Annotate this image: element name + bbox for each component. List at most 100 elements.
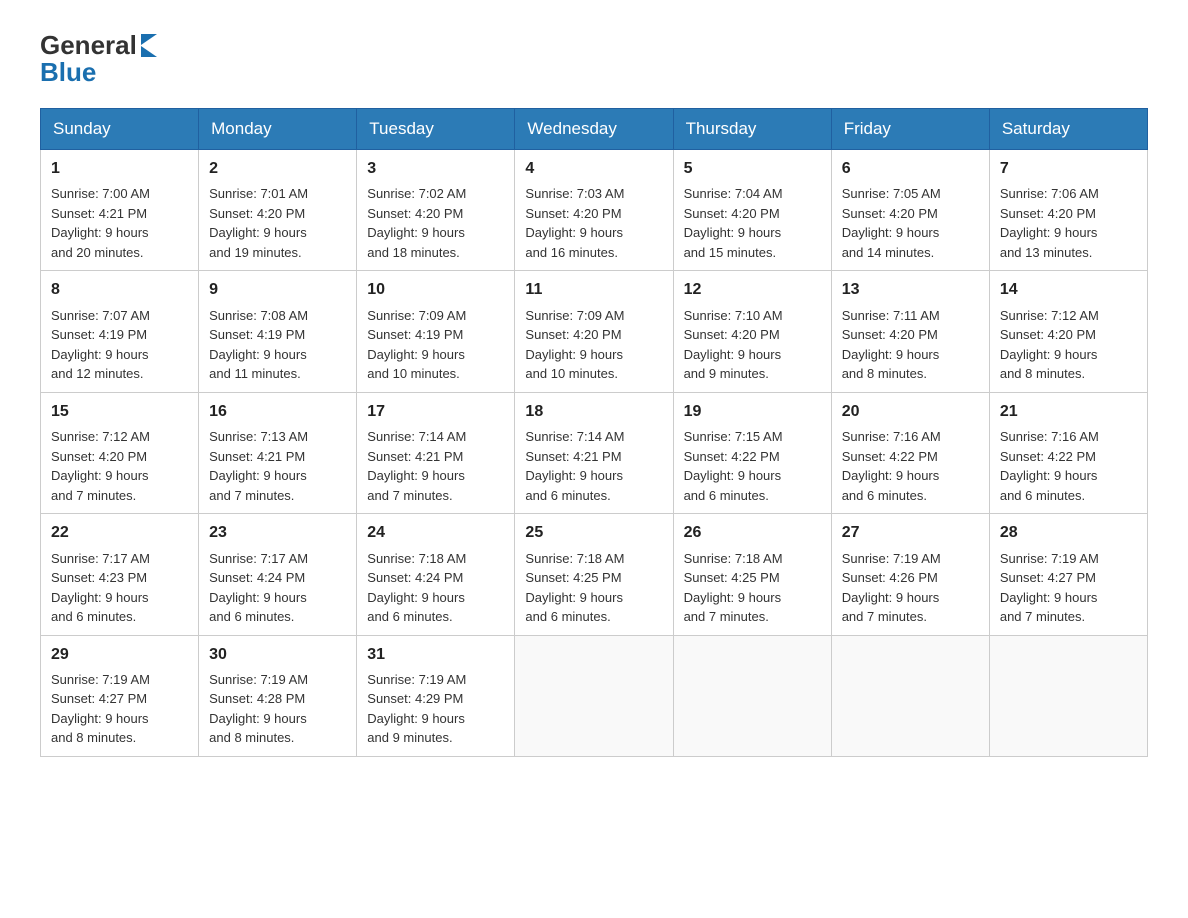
calendar-day-cell: 23 Sunrise: 7:17 AMSunset: 4:24 PMDayligh… xyxy=(199,514,357,635)
weekday-header-sunday: Sunday xyxy=(41,109,199,150)
day-info: Sunrise: 7:19 AMSunset: 4:29 PMDaylight:… xyxy=(367,670,504,748)
calendar-day-cell: 9Sunrise: 7:08 AMSunset: 4:19 PMDaylight… xyxy=(199,271,357,392)
day-number: 21 xyxy=(1000,401,1137,423)
day-number: 19 xyxy=(684,401,821,423)
calendar-day-cell: 4Sunrise: 7:03 AMSunset: 4:20 PMDaylight… xyxy=(515,150,673,271)
day-number: 8 xyxy=(51,279,188,301)
day-number: 17 xyxy=(367,401,504,423)
calendar-day-cell xyxy=(673,635,831,756)
calendar-day-cell: 25Sunrise: 7:18 AMSunset: 4:25 PMDayligh… xyxy=(515,514,673,635)
calendar-day-cell: 26 Sunrise: 7:18 AMSunset: 4:25 PMDayligh… xyxy=(673,514,831,635)
day-number: 26 xyxy=(684,522,821,544)
calendar-day-cell: 15 Sunrise: 7:12 AMSunset: 4:20 PMDayligh… xyxy=(41,392,199,513)
day-number: 11 xyxy=(525,279,662,301)
weekday-header-monday: Monday xyxy=(199,109,357,150)
calendar-day-cell: 18 Sunrise: 7:14 AMSunset: 4:21 PMDayligh… xyxy=(515,392,673,513)
day-info: Sunrise: 7:19 AMSunset: 4:28 PMDaylight:… xyxy=(209,670,346,748)
day-info: Sunrise: 7:13 AMSunset: 4:21 PMDaylight:… xyxy=(209,427,346,505)
day-number: 18 xyxy=(525,401,662,423)
calendar-day-cell: 8 Sunrise: 7:07 AMSunset: 4:19 PMDaylight… xyxy=(41,271,199,392)
calendar-week-row: 29 Sunrise: 7:19 AMSunset: 4:27 PMDayligh… xyxy=(41,635,1148,756)
day-info: Sunrise: 7:18 AMSunset: 4:25 PMDaylight:… xyxy=(525,549,662,627)
weekday-header-thursday: Thursday xyxy=(673,109,831,150)
calendar-week-row: 15 Sunrise: 7:12 AMSunset: 4:20 PMDayligh… xyxy=(41,392,1148,513)
day-number: 1 xyxy=(51,158,188,180)
day-number: 31 xyxy=(367,644,504,666)
day-info: Sunrise: 7:12 AMSunset: 4:20 PMDaylight:… xyxy=(1000,306,1137,384)
calendar-day-cell: 31 Sunrise: 7:19 AMSunset: 4:29 PMDayligh… xyxy=(357,635,515,756)
calendar-day-cell: 11Sunrise: 7:09 AMSunset: 4:20 PMDayligh… xyxy=(515,271,673,392)
calendar-day-cell: 17Sunrise: 7:14 AMSunset: 4:21 PMDayligh… xyxy=(357,392,515,513)
day-number: 20 xyxy=(842,401,979,423)
calendar-day-cell: 22 Sunrise: 7:17 AMSunset: 4:23 PMDayligh… xyxy=(41,514,199,635)
day-info: Sunrise: 7:02 AMSunset: 4:20 PMDaylight:… xyxy=(367,184,504,262)
calendar-day-cell: 3 Sunrise: 7:02 AMSunset: 4:20 PMDaylight… xyxy=(357,150,515,271)
day-number: 28 xyxy=(1000,522,1137,544)
day-info: Sunrise: 7:19 AMSunset: 4:27 PMDaylight:… xyxy=(1000,549,1137,627)
day-info: Sunrise: 7:18 AMSunset: 4:24 PMDaylight:… xyxy=(367,549,504,627)
calendar-day-cell: 12Sunrise: 7:10 AMSunset: 4:20 PMDayligh… xyxy=(673,271,831,392)
calendar-day-cell: 29 Sunrise: 7:19 AMSunset: 4:27 PMDayligh… xyxy=(41,635,199,756)
calendar-day-cell: 7 Sunrise: 7:06 AMSunset: 4:20 PMDaylight… xyxy=(989,150,1147,271)
calendar-week-row: 1 Sunrise: 7:00 AMSunset: 4:21 PMDaylight… xyxy=(41,150,1148,271)
day-number: 7 xyxy=(1000,158,1137,180)
calendar-day-cell: 30 Sunrise: 7:19 AMSunset: 4:28 PMDayligh… xyxy=(199,635,357,756)
day-info: Sunrise: 7:07 AMSunset: 4:19 PMDaylight:… xyxy=(51,306,188,384)
weekday-header-wednesday: Wednesday xyxy=(515,109,673,150)
day-info: Sunrise: 7:16 AMSunset: 4:22 PMDaylight:… xyxy=(1000,427,1137,505)
calendar-day-cell: 21 Sunrise: 7:16 AMSunset: 4:22 PMDayligh… xyxy=(989,392,1147,513)
day-number: 27 xyxy=(842,522,979,544)
day-info: Sunrise: 7:01 AMSunset: 4:20 PMDaylight:… xyxy=(209,184,346,262)
day-info: Sunrise: 7:09 AMSunset: 4:19 PMDaylight:… xyxy=(367,306,504,384)
day-number: 5 xyxy=(684,158,821,180)
calendar-day-cell: 1 Sunrise: 7:00 AMSunset: 4:21 PMDaylight… xyxy=(41,150,199,271)
logo-blue-text: Blue xyxy=(40,57,96,88)
day-number: 2 xyxy=(209,158,346,180)
calendar-week-row: 22 Sunrise: 7:17 AMSunset: 4:23 PMDayligh… xyxy=(41,514,1148,635)
day-info: Sunrise: 7:04 AMSunset: 4:20 PMDaylight:… xyxy=(684,184,821,262)
day-info: Sunrise: 7:14 AMSunset: 4:21 PMDaylight:… xyxy=(525,427,662,505)
weekday-header-saturday: Saturday xyxy=(989,109,1147,150)
day-info: Sunrise: 7:05 AMSunset: 4:20 PMDaylight:… xyxy=(842,184,979,262)
day-info: Sunrise: 7:17 AMSunset: 4:23 PMDaylight:… xyxy=(51,549,188,627)
day-info: Sunrise: 7:19 AMSunset: 4:27 PMDaylight:… xyxy=(51,670,188,748)
day-info: Sunrise: 7:06 AMSunset: 4:20 PMDaylight:… xyxy=(1000,184,1137,262)
calendar-day-cell: 20 Sunrise: 7:16 AMSunset: 4:22 PMDayligh… xyxy=(831,392,989,513)
calendar-day-cell: 24Sunrise: 7:18 AMSunset: 4:24 PMDayligh… xyxy=(357,514,515,635)
day-info: Sunrise: 7:11 AMSunset: 4:20 PMDaylight:… xyxy=(842,306,979,384)
day-number: 12 xyxy=(684,279,821,301)
calendar-day-cell: 5 Sunrise: 7:04 AMSunset: 4:20 PMDaylight… xyxy=(673,150,831,271)
page-header: General Blue xyxy=(40,30,1148,88)
calendar-day-cell xyxy=(831,635,989,756)
calendar-day-cell: 6 Sunrise: 7:05 AMSunset: 4:20 PMDaylight… xyxy=(831,150,989,271)
day-number: 13 xyxy=(842,279,979,301)
calendar-day-cell xyxy=(515,635,673,756)
logo: General Blue xyxy=(40,30,157,88)
day-number: 9 xyxy=(209,279,346,301)
calendar-day-cell: 10 Sunrise: 7:09 AMSunset: 4:19 PMDayligh… xyxy=(357,271,515,392)
day-number: 3 xyxy=(367,158,504,180)
day-number: 15 xyxy=(51,401,188,423)
day-number: 14 xyxy=(1000,279,1137,301)
day-info: Sunrise: 7:17 AMSunset: 4:24 PMDaylight:… xyxy=(209,549,346,627)
day-number: 16 xyxy=(209,401,346,423)
day-info: Sunrise: 7:03 AMSunset: 4:20 PMDaylight:… xyxy=(525,184,662,262)
day-info: Sunrise: 7:18 AMSunset: 4:25 PMDaylight:… xyxy=(684,549,821,627)
day-info: Sunrise: 7:12 AMSunset: 4:20 PMDaylight:… xyxy=(51,427,188,505)
calendar-day-cell: 2 Sunrise: 7:01 AMSunset: 4:20 PMDaylight… xyxy=(199,150,357,271)
day-info: Sunrise: 7:00 AMSunset: 4:21 PMDaylight:… xyxy=(51,184,188,262)
day-number: 22 xyxy=(51,522,188,544)
calendar-day-cell: 27Sunrise: 7:19 AMSunset: 4:26 PMDayligh… xyxy=(831,514,989,635)
day-number: 30 xyxy=(209,644,346,666)
calendar-day-cell: 19 Sunrise: 7:15 AMSunset: 4:22 PMDayligh… xyxy=(673,392,831,513)
day-info: Sunrise: 7:15 AMSunset: 4:22 PMDaylight:… xyxy=(684,427,821,505)
calendar-table: SundayMondayTuesdayWednesdayThursdayFrid… xyxy=(40,108,1148,757)
calendar-day-cell xyxy=(989,635,1147,756)
day-number: 6 xyxy=(842,158,979,180)
day-number: 29 xyxy=(51,644,188,666)
day-info: Sunrise: 7:16 AMSunset: 4:22 PMDaylight:… xyxy=(842,427,979,505)
calendar-day-cell: 14 Sunrise: 7:12 AMSunset: 4:20 PMDayligh… xyxy=(989,271,1147,392)
weekday-header-row: SundayMondayTuesdayWednesdayThursdayFrid… xyxy=(41,109,1148,150)
day-number: 23 xyxy=(209,522,346,544)
day-number: 10 xyxy=(367,279,504,301)
